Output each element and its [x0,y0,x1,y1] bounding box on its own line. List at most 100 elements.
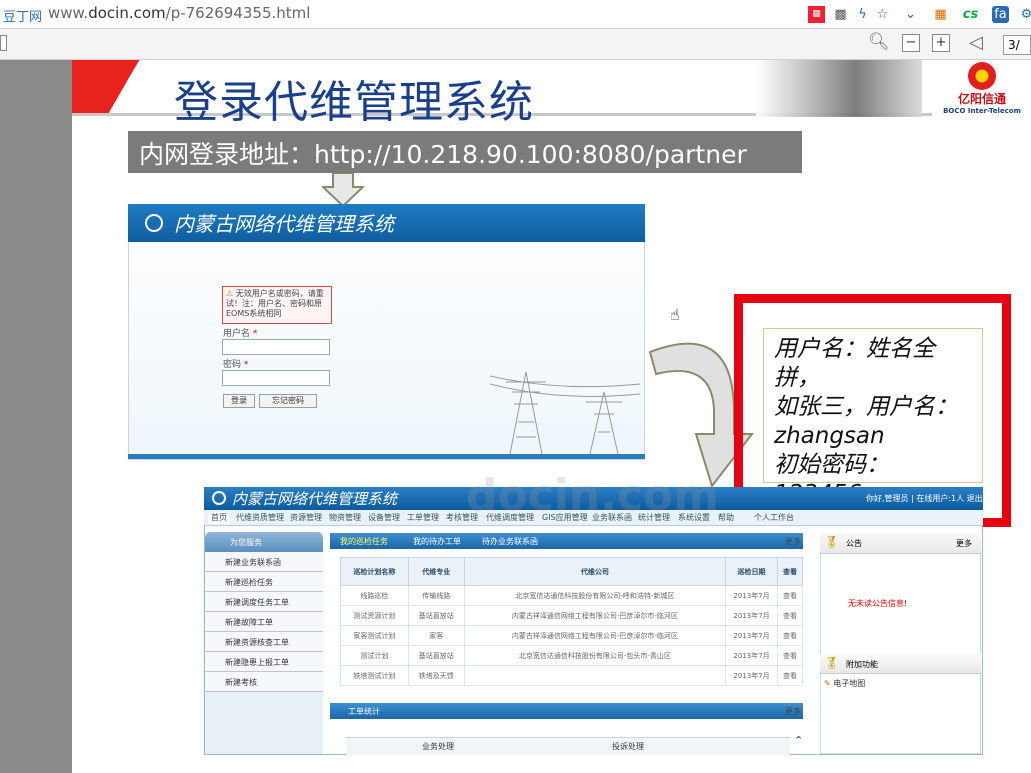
forgot-password-button[interactable]: 忘记密码 [259,394,317,408]
url-field[interactable]: www.docin.com/p-762694355.html [48,4,310,22]
nav-item[interactable]: 首页 [208,512,230,524]
table-cell: 传输线路 [407,585,465,606]
tab-workorder-stats[interactable]: 工单统计 [348,706,380,717]
url-prefix: www. [48,4,89,22]
qr-icon[interactable]: ▩ [832,6,849,23]
star-icon[interactable]: ☆ [874,6,891,23]
table-cell: 北京宽信达通信科技股份有限公司-呼和浩特-新城区 [463,585,727,606]
user-info[interactable]: 你好,管理员 | 在线用户:1人 退出系统 [866,493,999,504]
cs-icon[interactable]: cs [962,6,979,23]
map-link-label: 电子地图 [833,679,866,688]
more-link[interactable]: 更多 [785,706,801,717]
sidebar-item[interactable]: 新建调度任务工单 [205,592,323,612]
map-link[interactable]: ✎ 电子地图 [824,678,865,689]
column-header: 投诉处理 [612,742,644,751]
password-input[interactable] [222,370,330,386]
medal-icon: 🏅︎ [824,656,840,670]
down-arrow-icon [322,173,364,207]
table-cell: 线路巡检 [340,585,409,606]
notice-header: 🏅︎ 公告 更多 [820,532,981,554]
table-cell: 铁塔测试计划 [340,665,409,686]
zoom-out-button[interactable]: − [902,34,920,52]
nav-item[interactable]: 工单管理 [407,512,439,524]
column-header: 代维专业 [407,557,465,586]
tab-inspection[interactable]: 我的巡检任务 [340,536,388,547]
more-link[interactable]: 更多 [956,538,972,549]
nav-item[interactable]: 资源管理 [290,512,322,524]
logo-cn: 亿阳信通 [957,92,1006,106]
table-cell: 基站直放站 [407,605,465,626]
sidebar-item[interactable]: 新建隐患上报工单 [205,652,323,672]
more-link[interactable]: 更多 [785,536,801,547]
sidebar-item[interactable]: 新建考核 [205,672,323,692]
view-link[interactable]: 查看 [777,625,803,646]
nav-item[interactable]: 物资管理 [329,512,361,524]
notice-text: 无未读公告信息! [848,599,908,608]
page-number-input[interactable]: 3/ [1003,35,1031,55]
sidebar-item[interactable]: 新建业务联系函 [205,552,323,572]
table-cell: 2013年7月 [725,645,778,666]
hand-cursor-icon: ☝ [670,305,680,324]
tab-pending-letters[interactable]: 待办业务联系函 [482,536,538,547]
url-domain: docin.com [88,4,166,22]
login-button[interactable]: 登录 [223,394,255,408]
system-title: 内蒙古网络代维管理系统 [232,490,398,508]
nav-item[interactable]: 帮助 [718,512,734,524]
zoom-in-button[interactable]: + [932,34,950,52]
table-row: 测试计划 基站直放站 北京宽信达通信科技股份有限公司-包头市-青山区 2013年7月查… [340,645,803,666]
watermark: docin.com [466,470,720,521]
right-column [820,532,981,754]
password-label: 密码 * [223,360,249,370]
sidebar-item[interactable]: 新建巡检任务 [205,572,323,592]
url-path: /p-762694355.html [165,4,311,22]
username-input[interactable] [222,339,330,355]
table-cell: 测试计划 [340,645,409,666]
site-label[interactable]: 豆丁网 [3,6,42,25]
table-cell: 内蒙古祥泽通信网络工程有限公司-巴彦淖尔市-临河区 [463,605,727,626]
scroll-up-icon[interactable]: ⌃ [794,734,803,747]
tab-pending-orders[interactable]: 我的待办工单 [413,536,461,547]
chevron-down-icon[interactable]: ⌄ [902,6,919,23]
view-link[interactable]: 查看 [777,665,803,686]
sidebar-head: 为您服务 [205,532,323,552]
settings-icon[interactable]: ⚙ [1018,6,1031,23]
login-title: 内蒙古网络代维管理系统 [174,212,394,236]
login-footer-bar [128,454,645,459]
login-error-message: ⚠ 无效用户名或密码，请重试！注：用户名、密码和原EOMS系统相同 [222,286,332,324]
view-link[interactable]: 查看 [777,585,803,606]
task-tabs: 我的巡检任务 我的待办工单 待办业务联系函 [330,533,803,549]
left-gutter [0,60,72,773]
zoom-search-icon[interactable]: 🔍︎ [868,32,890,52]
company-logo: 亿阳信通 BOCO Inter-Telecom [940,62,1024,124]
notice-title: 公告 [846,539,862,548]
sidebar-item[interactable]: 新建资源核查工单 [205,632,323,652]
workorder-header: 业务处理 投诉处理 [346,737,790,755]
left-scroll-handle[interactable] [0,35,7,51]
table-row: 家客测试计划 家客 内蒙古祥泽通信网络工程有限公司-巴彦淖尔市-临河区 2013年7月… [340,625,803,646]
aux-header: 🏅︎ 附加功能 [820,654,981,674]
system-logo-icon [145,214,163,232]
table-cell: 测试资源计划 [340,605,409,626]
warning-icon: ⚠ [226,289,236,298]
view-link[interactable]: 查看 [777,645,803,666]
medal-icon: 🏅︎ [824,535,840,549]
login-error-text: 无效用户名或密码，请重试！注：用户名、密码和原EOMS系统相同 [226,289,324,318]
app-icon[interactable]: ▦ [808,6,825,23]
nav-item[interactable]: 代维资质管理 [236,512,284,524]
system-logo-icon [212,491,226,505]
service-sidebar: 为您服务 新建业务联系函 新建巡检任务 新建调度任务工单 新建故障工单 新建资源… [205,532,323,754]
table-row: 铁塔测试计划 铁塔及天馈 2013年7月 查看 [340,665,803,686]
nav-item[interactable]: 个人工作台 [754,512,794,524]
table-cell: 内蒙古祥泽通信网络工程有限公司-巴彦淖尔市-临河区 [463,625,727,646]
workorder-tabbar: 工单统计 [330,703,803,719]
grid-icon[interactable]: ▦ [932,6,949,23]
table-cell: 基站直放站 [407,645,465,666]
nav-item[interactable]: 设备管理 [368,512,400,524]
table-cell: 2013年7月 [725,625,778,646]
prev-page-icon[interactable]: ◁ [969,32,983,53]
lightning-icon[interactable]: ϟ [854,6,871,23]
view-link[interactable]: 查看 [777,605,803,626]
fa-icon[interactable]: fa [992,6,1009,23]
sidebar-item[interactable]: 新建故障工单 [205,612,323,632]
table-row: 测试资源计划 基站直放站 内蒙古祥泽通信网络工程有限公司-巴彦淖尔市-临河区 2013… [340,605,803,626]
